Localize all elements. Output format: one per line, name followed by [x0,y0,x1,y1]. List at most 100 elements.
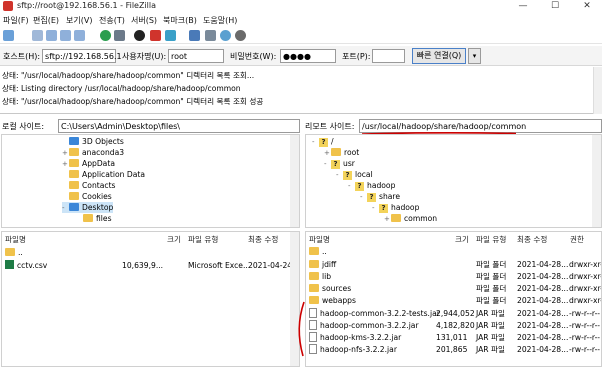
list-item-parent[interactable]: .. [5,247,23,258]
menu-bookmarks[interactable]: 북마크(B) [163,15,197,26]
folder-icon [309,284,319,292]
compare-icon[interactable] [205,30,216,41]
column-size[interactable]: 크기 [167,234,181,245]
host-input[interactable]: sftp://192.168.56.1 [42,49,122,63]
jar-file-icon [309,320,317,330]
column-filename[interactable]: 파일명 [5,234,26,245]
reconnect-icon[interactable] [165,30,176,41]
toolbar [0,27,602,44]
toggle-local-tree-icon[interactable] [46,30,57,41]
tree-node[interactable]: Application Data [62,169,145,180]
folder-icon [309,260,319,268]
menu-server[interactable]: 서버(S) [131,15,157,26]
list-item[interactable]: webapps 파일 폴더 2021-04-28... drwxr-xr- [309,295,601,306]
tree-node[interactable]: Cookies [62,191,112,202]
remote-site-label: 리모트 사이트: [305,122,355,131]
unknown-folder-icon: ? [379,204,388,213]
local-directory-tree: 3D Objects + anaconda3 + AppData Applicati… [1,134,300,228]
password-label: 비밀번호(W): [230,52,277,61]
toggle-remote-tree-icon[interactable] [60,30,71,41]
column-type[interactable]: 파일 유형 [188,234,218,245]
remote-directory-tree: -? / + root -? usr -? local -? hadoop -? share… [305,134,602,228]
folder-icon [309,247,319,255]
port-input[interactable] [372,49,405,63]
list-item[interactable]: cctv.csv 10,639,9... Microsoft Exce... 2… [5,260,299,271]
tree-node[interactable]: -? share [360,191,400,202]
list-item[interactable]: jdiff 파일 폴더 2021-04-28... drwxr-xr- [309,259,601,270]
unknown-folder-icon: ? [343,171,352,180]
tree-node[interactable]: 3D Objects [62,136,124,147]
quickconnect-dropdown[interactable]: ▾ [468,48,481,64]
tree-node[interactable]: files [76,213,112,224]
tree-node[interactable]: -? usr [324,158,355,169]
menu-edit[interactable]: 편집(E) [33,15,59,26]
folder-icon [69,148,79,156]
log-scrollbar[interactable] [593,67,602,114]
toggle-queue-icon[interactable] [74,30,85,41]
column-modified[interactable]: 최종 수정 [248,234,278,245]
toggle-log-icon[interactable] [32,30,43,41]
filezilla-logo-icon [3,1,13,11]
cancel-icon[interactable] [134,30,145,41]
tree-node[interactable]: + anaconda3 [62,147,124,158]
list-item[interactable]: hadoop-common-3.2.2-tests.jar 2,944,052 JA… [309,308,601,319]
column-filename[interactable]: 파일명 [309,234,330,245]
local-tree-scrollbar[interactable] [290,135,299,227]
tree-node[interactable]: + AppData [62,158,115,169]
desktop-folder-icon [69,203,79,211]
tree-node[interactable]: -? hadoop [372,202,419,213]
list-item[interactable]: hadoop-nfs-3.2.2.jar 201,865 JAR 파일 2021-04… [309,344,601,355]
quickconnect-button[interactable]: 빠른 연결(Q) [412,48,466,64]
list-item[interactable]: lib 파일 폴더 2021-04-28... drwxr-xr- [309,271,601,282]
search-icon[interactable] [235,30,246,41]
local-file-list: 파일명 크기 파일 유형 최종 수정 .. cctv.csv 10,639,9.… [1,231,300,367]
menu-file[interactable]: 파일(F) [3,15,29,26]
column-type[interactable]: 파일 유형 [476,234,506,245]
filter-icon[interactable] [189,30,200,41]
minimize-button[interactable]: — [508,0,538,13]
menu-view[interactable]: 보기(V) [66,15,92,26]
refresh-icon[interactable] [100,30,111,41]
maximize-button[interactable]: ☐ [540,0,570,13]
jar-file-icon [309,344,317,354]
column-permissions[interactable]: 권한 [570,234,584,245]
local-site-label: 로컬 사이트: [2,122,45,131]
password-input[interactable]: ●●●● [280,49,336,63]
column-size[interactable]: 크기 [455,234,469,245]
tree-node[interactable]: -? local [336,169,373,180]
disconnect-icon[interactable] [150,30,161,41]
list-item[interactable]: hadoop-kms-3.2.2.jar 131,011 JAR 파일 2021-04… [309,332,601,343]
tree-node[interactable]: + root [324,147,359,158]
title-bar: sftp://root@192.168.56.1 - FileZilla — ☐… [0,0,602,13]
local-site-path[interactable]: C:\Users\Admin\Desktop\files\ [58,119,300,133]
tree-node-selected[interactable]: - Desktop [62,202,114,213]
tree-node[interactable]: -? / [312,136,334,147]
log-line: 상태: "/usr/local/hadoop/share/hadoop/comm… [2,97,264,106]
tree-node[interactable]: Contacts [62,180,116,191]
folder-icon [309,272,319,280]
folder-icon [5,248,15,256]
close-button[interactable]: ✕ [572,0,602,13]
site-manager-icon[interactable] [3,30,14,41]
menu-help[interactable]: 도움말(H) [203,15,237,26]
username-input[interactable]: root [168,49,224,63]
process-queue-icon[interactable] [114,30,125,41]
host-label: 호스트(H): [3,52,41,61]
tree-node[interactable]: -? hadoop [348,180,395,191]
3d-objects-folder-icon [69,137,79,145]
remote-file-list: 파일명 크기 파일 유형 최종 수정 권한 .. jdiff 파일 폴더 2021-… [305,231,602,367]
list-item[interactable]: sources 파일 폴더 2021-04-28... drwxr-xr- [309,283,601,294]
folder-icon [331,148,341,156]
message-log: 상태: "/usr/local/hadoop/share/hadoop/comm… [0,67,602,114]
folder-icon [69,170,79,178]
menu-bar: 파일(F) 편집(E) 보기(V) 전송(T) 서버(S) 북마크(B) 도움말… [0,14,602,26]
excel-file-icon [5,260,14,269]
sync-browse-icon[interactable] [220,30,231,41]
list-item[interactable]: hadoop-common-3.2.2.jar 4,182,820 JAR 파일 20… [309,320,601,331]
list-item-parent[interactable]: .. [309,246,327,257]
menu-transfer[interactable]: 전송(T) [99,15,125,26]
tree-node[interactable]: + common [384,213,437,224]
column-modified[interactable]: 최종 수정 [517,234,547,245]
log-line: 상태: "/usr/local/hadoop/share/hadoop/comm… [2,71,255,80]
remote-tree-scrollbar[interactable] [592,135,601,227]
